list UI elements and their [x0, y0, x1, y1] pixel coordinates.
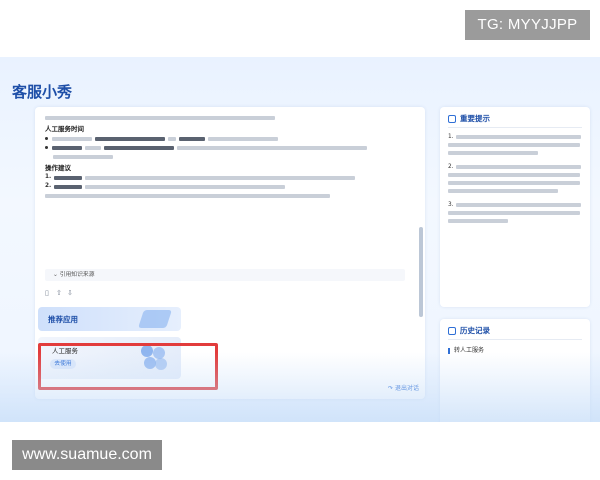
- notice-item: 2.: [448, 163, 582, 195]
- thumb-down-icon[interactable]: ⇩: [67, 289, 73, 297]
- history-header: 历史记录: [448, 325, 490, 336]
- notice-panel: 重要提示 1. 2. 3.: [440, 107, 590, 307]
- notice-item: 3.: [448, 201, 582, 225]
- page: TG: MYYJJPP 客服小秀 人工服务时间 操作建议 1. 2. ⌄ 引用知…: [0, 0, 600, 480]
- recommend-apps-banner: 推荐应用: [38, 307, 181, 331]
- history-item[interactable]: 转人工服务: [448, 345, 484, 354]
- message-line: [45, 113, 400, 122]
- message-line: [45, 143, 400, 152]
- message-line: [45, 191, 400, 200]
- screenshot-frame: 客服小秀 人工服务时间 操作建议 1. 2. ⌄ 引用知识来源 ▯ ⇧ ⇩ 推荐…: [0, 57, 600, 422]
- banner-decoration: [138, 310, 172, 328]
- exit-icon: ↷: [388, 385, 394, 392]
- history-title: 历史记录: [460, 326, 490, 335]
- history-panel: 历史记录 转人工服务: [440, 319, 590, 422]
- input-area: ● ✎ 询问: [35, 399, 425, 422]
- step-number: 2.: [45, 183, 52, 189]
- section-title: 操作建议: [45, 164, 71, 172]
- bullet-icon: [45, 137, 48, 140]
- feedback-row: ▯ ⇧ ⇩: [45, 287, 405, 299]
- notice-body: 1. 2. 3.: [448, 133, 582, 231]
- app-header: 客服小秀: [0, 57, 600, 105]
- app-title: 客服小秀: [12, 83, 73, 101]
- chevron-down-icon: ⌄: [53, 272, 58, 278]
- divider: [448, 127, 582, 128]
- section-title: 人工服务时间: [45, 125, 84, 133]
- bullet-icon: [45, 146, 48, 149]
- message-line: 2.: [45, 182, 400, 191]
- notice-title: 重要提示: [460, 114, 490, 123]
- message-line: [45, 152, 400, 161]
- history-icon: [448, 326, 456, 335]
- watermark-top: TG: MYYJJPP: [465, 10, 590, 40]
- citation-label: 引用知识来源: [59, 272, 95, 278]
- assistant-message: 人工服务时间 操作建议 1. 2.: [45, 113, 400, 200]
- notice-icon: [448, 114, 456, 123]
- chat-scrollbar[interactable]: [419, 227, 423, 317]
- message-line: 1.: [45, 173, 400, 182]
- divider: [448, 339, 582, 340]
- notice-number: 3.: [448, 202, 454, 208]
- notice-number: 2.: [448, 164, 454, 170]
- recommend-apps-title: 推荐应用: [48, 315, 78, 324]
- notice-item: 1.: [448, 133, 582, 157]
- notice-header: 重要提示: [448, 113, 490, 124]
- highlight-box: [38, 343, 218, 390]
- citation-toggle[interactable]: ⌄ 引用知识来源: [45, 269, 405, 281]
- thumb-up-icon[interactable]: ⇧: [56, 289, 62, 297]
- copy-icon[interactable]: ▯: [45, 289, 49, 297]
- exit-chat-button[interactable]: ↷ 退出对话: [388, 383, 419, 392]
- watermark-bottom: www.suamue.com: [12, 440, 162, 470]
- notice-number: 1.: [448, 134, 454, 140]
- step-number: 1.: [45, 174, 52, 180]
- message-line: [45, 134, 400, 143]
- exit-label: 退出对话: [394, 385, 419, 392]
